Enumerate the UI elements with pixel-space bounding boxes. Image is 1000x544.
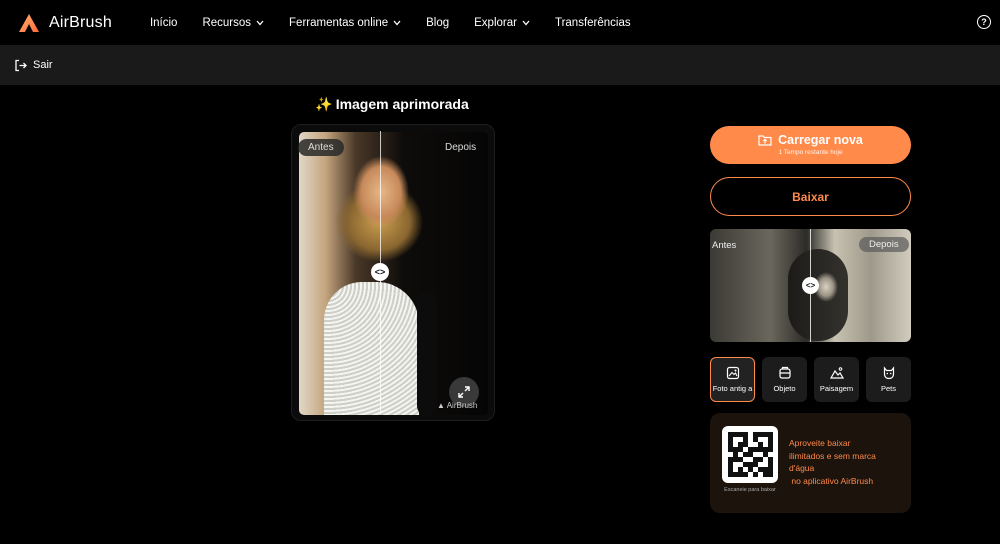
- qr-caption: Escaneie para baixar: [724, 487, 776, 493]
- comparison-image: [299, 132, 488, 415]
- chevron-down-icon: [522, 20, 530, 25]
- nav-item-explorar[interactable]: Explorar: [474, 17, 530, 29]
- old-photo-icon: [726, 366, 739, 380]
- exit-button[interactable]: Sair: [14, 59, 53, 72]
- category-pets[interactable]: Pets: [866, 357, 911, 402]
- pet-icon: [883, 366, 894, 380]
- category-landscape[interactable]: Paisagem: [814, 357, 859, 402]
- chevron-down-icon: [393, 20, 401, 25]
- watermark: ▲ AirBrush: [437, 401, 478, 410]
- sample-after-label: Depois: [859, 237, 909, 252]
- comparison-slider-handle[interactable]: <>: [371, 263, 389, 281]
- qr-code-pattern: [727, 432, 773, 477]
- object-icon: [778, 366, 791, 379]
- category-old-photo[interactable]: Foto antig a: [710, 357, 755, 402]
- promo-text: Aproveite baixar ilimitados e sem marca …: [789, 438, 876, 486]
- upload-new-button[interactable]: Carregar nova 1 Tempo restante hoje: [710, 126, 911, 164]
- upload-folder-icon: [758, 135, 772, 146]
- main-menu: Início Recursos Ferramentas online Blog …: [150, 17, 656, 29]
- qr-code[interactable]: [722, 426, 778, 483]
- airbrush-logo-icon: [19, 13, 39, 32]
- nav-item-transferencias[interactable]: Transferências: [555, 17, 631, 29]
- upload-label: Carregar nova: [778, 133, 863, 147]
- sample-portrait: [788, 249, 848, 341]
- nav-item-inicio[interactable]: Início: [150, 17, 178, 29]
- image-dress-region: [324, 282, 419, 415]
- brand-name: AirBrush: [49, 13, 112, 31]
- page-title: ✨ Imagem aprimorada: [315, 96, 469, 112]
- expand-icon: [458, 386, 470, 398]
- nav-item-recursos[interactable]: Recursos: [202, 17, 264, 29]
- exit-label: Sair: [33, 59, 53, 71]
- help-icon[interactable]: ?: [977, 15, 991, 29]
- brand-logo-link[interactable]: AirBrush: [18, 13, 112, 33]
- category-object[interactable]: Objeto: [762, 357, 807, 402]
- download-button[interactable]: Baixar: [710, 177, 911, 216]
- sample-slider-handle[interactable]: <>: [802, 277, 819, 294]
- chevron-down-icon: [256, 20, 264, 25]
- nav-item-ferramentas-online[interactable]: Ferramentas online: [289, 17, 401, 29]
- app-promo-card: Escaneie para baixar Aproveite baixar il…: [710, 413, 911, 513]
- before-label: Antes: [298, 139, 344, 156]
- after-label: Depois: [445, 142, 477, 153]
- sample-before-label: Antes: [712, 240, 737, 251]
- top-navigation: AirBrush Início Recursos Ferramentas onl…: [0, 0, 1000, 45]
- remaining-uses-text: 1 Tempo restante hoje: [778, 149, 843, 156]
- sub-toolbar: Sair: [0, 45, 1000, 85]
- exit-icon: [15, 59, 27, 71]
- nav-item-blog[interactable]: Blog: [426, 17, 449, 29]
- sparkle-icon: ✨: [315, 96, 333, 112]
- image-bag-strap: [417, 292, 437, 415]
- landscape-icon: [829, 367, 844, 379]
